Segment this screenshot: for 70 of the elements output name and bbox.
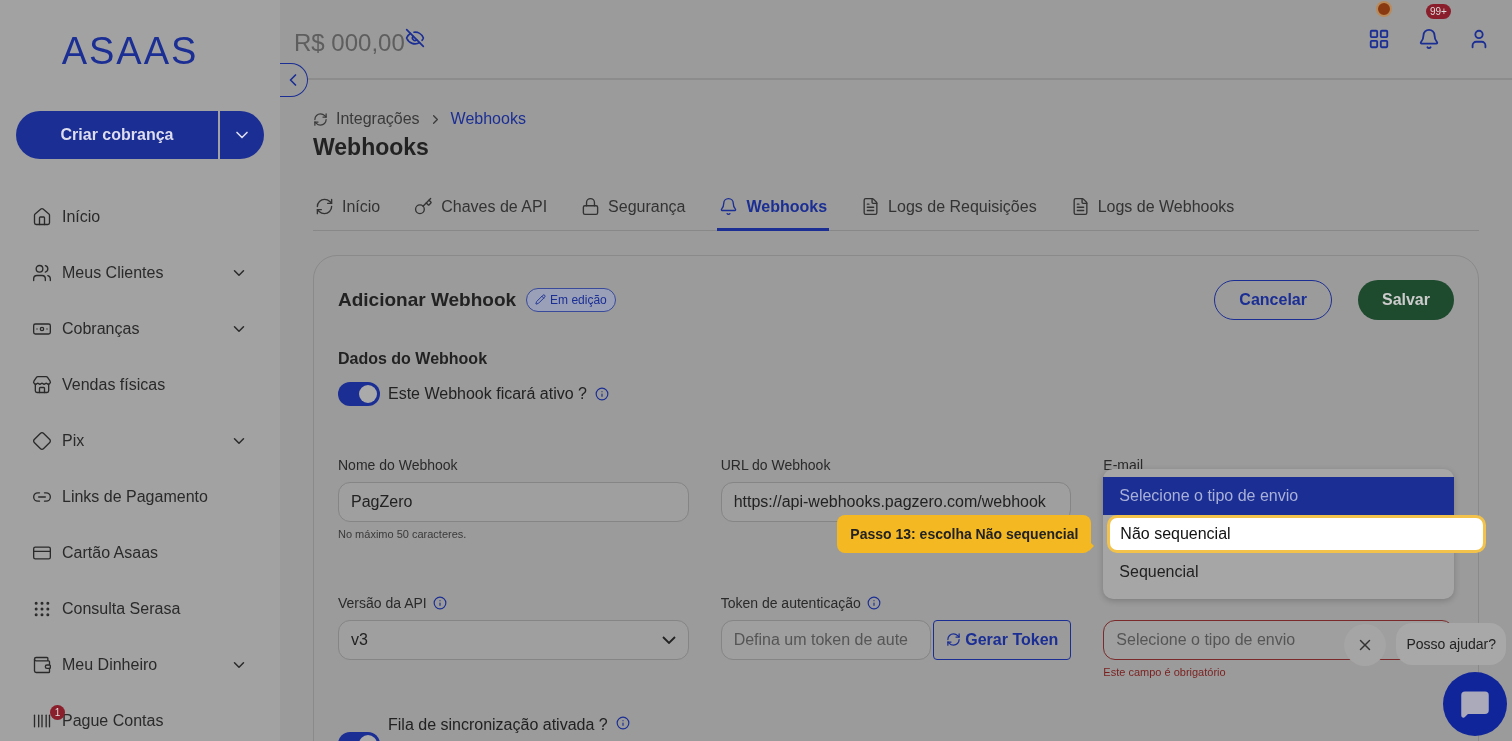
select-field[interactable]: v3 bbox=[338, 619, 689, 660]
dropdown-toggle[interactable] bbox=[218, 111, 264, 159]
input-field[interactable]: Defina um token de aute bbox=[720, 619, 932, 660]
chat-bubble: Posso ajudar? bbox=[1396, 623, 1506, 665]
create-charge-button[interactable]: Criar cobrança bbox=[16, 111, 218, 159]
form-title: Adicionar Webhook bbox=[338, 288, 517, 311]
breadcrumb-item[interactable]: Integrações bbox=[336, 110, 420, 128]
home-icon bbox=[32, 207, 52, 227]
sidebar-item[interactable]: Cartão Asaas bbox=[16, 525, 264, 581]
dropdown-option[interactable]: Selecione o tipo de envio bbox=[1103, 476, 1454, 515]
chevron-icon bbox=[661, 635, 676, 644]
hide-balance-icon[interactable] bbox=[404, 28, 425, 48]
sidebar-item[interactable]: Consulta Serasa bbox=[16, 581, 264, 637]
sidebar-item[interactable]: Vendas físicas bbox=[16, 357, 264, 413]
generate-token-button[interactable]: Gerar Token bbox=[933, 619, 1072, 660]
refresh-icon bbox=[946, 632, 962, 647]
notifications-icon[interactable] bbox=[1418, 28, 1440, 50]
tab[interactable]: Logs de Webhooks bbox=[1068, 187, 1237, 231]
page-title: Webhooks bbox=[313, 134, 430, 161]
status-badge: Em edição bbox=[526, 287, 616, 312]
section-title: Dados do Webhook bbox=[338, 349, 489, 368]
info-icon bbox=[866, 595, 881, 610]
input-field[interactable]: PagZero bbox=[338, 481, 689, 522]
tab[interactable]: Chaves de API bbox=[412, 187, 550, 231]
field-label: Nome do Webhook bbox=[338, 456, 458, 473]
error-message: Este campo é obrigatório bbox=[1103, 665, 1227, 678]
breadcrumb-link[interactable]: Webhooks bbox=[450, 110, 526, 128]
status-dot bbox=[1376, 1, 1392, 17]
store-icon bbox=[32, 375, 52, 395]
sidebar-item[interactable]: Meu Dinheiro bbox=[16, 637, 264, 693]
key-icon bbox=[414, 197, 434, 216]
sidebar-item[interactable]: Meus Clientes bbox=[16, 245, 264, 301]
info-icon bbox=[594, 386, 609, 401]
field-label: URL do Webhook bbox=[720, 456, 831, 473]
notification-badge: 99+ bbox=[1426, 4, 1451, 19]
dots-icon bbox=[32, 599, 52, 619]
refresh-icon bbox=[315, 197, 334, 216]
tab[interactable]: Segurança bbox=[579, 187, 688, 231]
info-icon bbox=[615, 715, 630, 730]
collapse-button[interactable] bbox=[280, 63, 308, 97]
toggle-switch[interactable] bbox=[338, 381, 380, 406]
wallet-icon bbox=[32, 655, 52, 675]
diamond-icon bbox=[32, 431, 52, 451]
sidebar-item[interactable]: Pix bbox=[16, 413, 264, 469]
lock-icon bbox=[581, 197, 601, 216]
field-hint: No máximo 50 caracteres. bbox=[338, 527, 468, 540]
tab[interactable]: Início bbox=[313, 187, 383, 231]
sidebar-item[interactable]: Links de Pagamento bbox=[16, 469, 264, 525]
document-icon bbox=[1070, 197, 1090, 216]
field-label: Token de autenticação bbox=[720, 594, 861, 611]
dropdown-option[interactable]: Não sequencial bbox=[1107, 514, 1486, 553]
tab[interactable]: Logs de Requisições bbox=[859, 187, 1039, 231]
sidebar-item[interactable]: Início bbox=[16, 189, 264, 245]
logo: ASAAS bbox=[60, 30, 200, 73]
apps-icon[interactable] bbox=[1368, 28, 1390, 50]
dropdown-option[interactable]: Sequencial bbox=[1103, 552, 1454, 591]
toggle-label: Este Webhook ficará ativo ? bbox=[388, 384, 587, 403]
input-field[interactable]: https://api-webhooks.pagzero.com/webhook bbox=[720, 481, 1072, 522]
balance-amount: R$ 000,00 bbox=[294, 29, 405, 57]
document-icon bbox=[861, 197, 881, 216]
tab[interactable]: Webhooks bbox=[717, 187, 830, 231]
integrations-icon bbox=[313, 111, 328, 127]
users-icon bbox=[32, 263, 52, 283]
toggle-label: Fila de sincronização ativada ? bbox=[388, 715, 608, 734]
save-button[interactable]: Salvar bbox=[1357, 279, 1454, 320]
sidebar-item[interactable]: Cobranças bbox=[16, 301, 264, 357]
chat-icon bbox=[1460, 689, 1490, 719]
field-label: Versão da API bbox=[338, 594, 427, 611]
bell-icon bbox=[719, 197, 739, 216]
info-icon bbox=[432, 595, 447, 610]
